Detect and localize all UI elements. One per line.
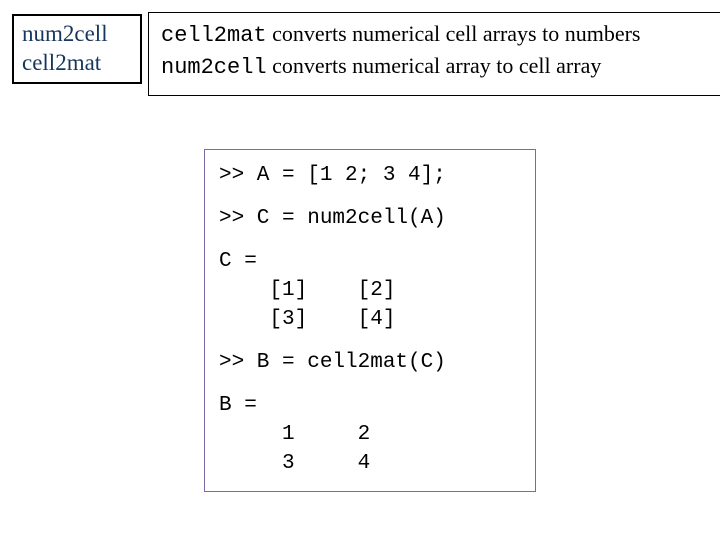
description-text-1: converts numerical cell arrays to number… <box>267 21 641 46</box>
description-box: cell2mat converts numerical cell arrays … <box>148 12 720 96</box>
code-line: 1 2 <box>219 423 370 446</box>
description-text-2: converts numerical array to cell array <box>267 53 602 78</box>
title-box: num2cell cell2mat <box>12 14 142 84</box>
title-line-1: num2cell <box>22 20 140 49</box>
code-line: [3] [4] <box>219 308 395 331</box>
code-line: 3 4 <box>219 452 370 475</box>
function-name-num2cell: num2cell <box>161 55 267 80</box>
code-box: >> A = [1 2; 3 4]; >> C = num2cell(A) C … <box>204 149 536 492</box>
description-line-2: num2cell converts numerical array to cel… <box>161 51 713 83</box>
code-line: >> B = cell2mat(C) <box>219 351 446 374</box>
code-line: >> C = num2cell(A) <box>219 207 446 230</box>
description-line-1: cell2mat converts numerical cell arrays … <box>161 19 713 51</box>
code-line: >> A = [1 2; 3 4]; <box>219 164 446 187</box>
function-name-cell2mat: cell2mat <box>161 23 267 48</box>
code-line: B = <box>219 394 257 417</box>
code-line: C = <box>219 250 257 273</box>
code-line: [1] [2] <box>219 279 395 302</box>
title-line-2: cell2mat <box>22 49 140 78</box>
slide: num2cell cell2mat cell2mat converts nume… <box>0 0 720 540</box>
